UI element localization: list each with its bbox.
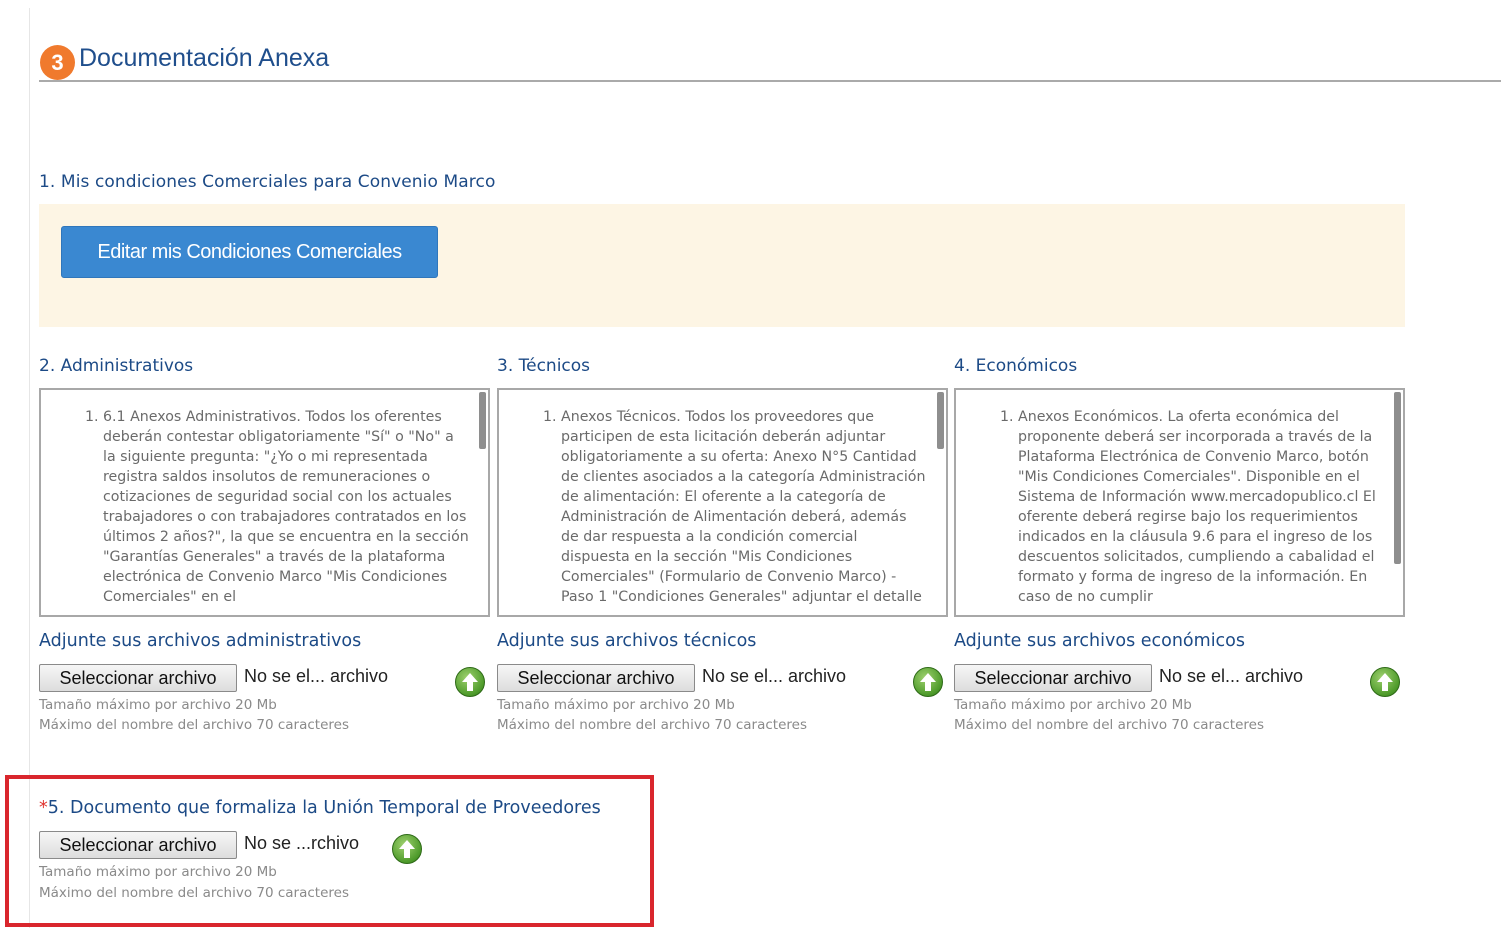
file-status-text: No se ...rchivo bbox=[244, 833, 360, 853]
technical-title: 3. Técnicos bbox=[497, 356, 591, 376]
max-filename-text: Máximo del nombre del archivo 70 caracte… bbox=[954, 717, 1264, 733]
file-status-text: No se el... archivo bbox=[702, 666, 847, 686]
technical-textbox[interactable]: Anexos Técnicos. Todos los proveedores q… bbox=[497, 388, 948, 617]
scrollbar[interactable] bbox=[479, 392, 486, 449]
upload-arrow-icon[interactable] bbox=[913, 667, 943, 697]
file-status-text: No se el... archivo bbox=[1159, 666, 1304, 686]
max-filename-text: Máximo del nombre del archivo 70 caracte… bbox=[497, 717, 807, 733]
edit-commercial-conditions-button[interactable]: Editar mis Condiciones Comerciales bbox=[61, 226, 438, 278]
economic-title: 4. Económicos bbox=[954, 356, 1078, 376]
technical-column: 3. Técnicos Anexos Técnicos. Todos los p… bbox=[497, 356, 949, 746]
temporary-union-title: *5. Documento que formaliza la Unión Tem… bbox=[39, 798, 601, 818]
max-size-text: Tamaño máximo por archivo 20 Mb bbox=[497, 697, 735, 713]
commercial-conditions-panel: Editar mis Condiciones Comerciales bbox=[39, 204, 1405, 327]
technical-attach-title: Adjunte sus archivos técnicos bbox=[497, 631, 757, 651]
administrative-title: 2. Administrativos bbox=[39, 356, 194, 376]
administrative-file-input: Seleccionar archivo No se el... archivo bbox=[39, 664, 491, 697]
administrative-attach-title: Adjunte sus archivos administrativos bbox=[39, 631, 362, 651]
upload-arrow-icon[interactable] bbox=[1370, 667, 1400, 697]
temporary-union-file-input: Seleccionar archivo No se ...rchivo bbox=[39, 831, 459, 864]
administrative-text: 6.1 Anexos Administrativos. Todos los of… bbox=[103, 407, 469, 607]
page-title: Documentación Anexa bbox=[79, 44, 330, 72]
scrollbar[interactable] bbox=[937, 392, 944, 449]
economic-textbox[interactable]: Anexos Económicos. La oferta económica d… bbox=[954, 388, 1405, 617]
select-file-button[interactable]: Seleccionar archivo bbox=[954, 664, 1152, 692]
commercial-conditions-title: 1. Mis condiciones Comerciales para Conv… bbox=[39, 172, 496, 192]
administrative-textbox[interactable]: 6.1 Anexos Administrativos. Todos los of… bbox=[39, 388, 490, 617]
economic-column: 4. Económicos Anexos Económicos. La ofer… bbox=[954, 356, 1406, 746]
max-size-text: Tamaño máximo por archivo 20 Mb bbox=[954, 697, 1192, 713]
required-mark: * bbox=[39, 798, 48, 818]
economic-text: Anexos Económicos. La oferta económica d… bbox=[1018, 407, 1384, 607]
upload-arrow-icon[interactable] bbox=[455, 667, 485, 697]
max-filename-text: Máximo del nombre del archivo 70 caracte… bbox=[39, 885, 349, 901]
file-status-text: No se el... archivo bbox=[244, 666, 389, 686]
technical-text: Anexos Técnicos. Todos los proveedores q… bbox=[561, 407, 927, 607]
economic-attach-title: Adjunte sus archivos económicos bbox=[954, 631, 1245, 651]
max-size-text: Tamaño máximo por archivo 20 Mb bbox=[39, 864, 277, 880]
temporary-union-title-text: 5. Documento que formaliza la Unión Temp… bbox=[47, 798, 601, 818]
select-file-button[interactable]: Seleccionar archivo bbox=[39, 831, 237, 859]
section-header: 3 Documentación Anexa bbox=[39, 42, 1501, 82]
economic-file-input: Seleccionar archivo No se el... archivo bbox=[954, 664, 1406, 697]
technical-file-input: Seleccionar archivo No se el... archivo bbox=[497, 664, 949, 697]
select-file-button[interactable]: Seleccionar archivo bbox=[497, 664, 695, 692]
scrollbar[interactable] bbox=[1394, 392, 1401, 564]
upload-arrow-icon[interactable] bbox=[392, 834, 422, 864]
administrative-column: 2. Administrativos 6.1 Anexos Administra… bbox=[39, 356, 491, 746]
step-number-badge-icon: 3 bbox=[40, 45, 75, 80]
max-size-text: Tamaño máximo por archivo 20 Mb bbox=[39, 697, 277, 713]
select-file-button[interactable]: Seleccionar archivo bbox=[39, 664, 237, 692]
max-filename-text: Máximo del nombre del archivo 70 caracte… bbox=[39, 717, 349, 733]
